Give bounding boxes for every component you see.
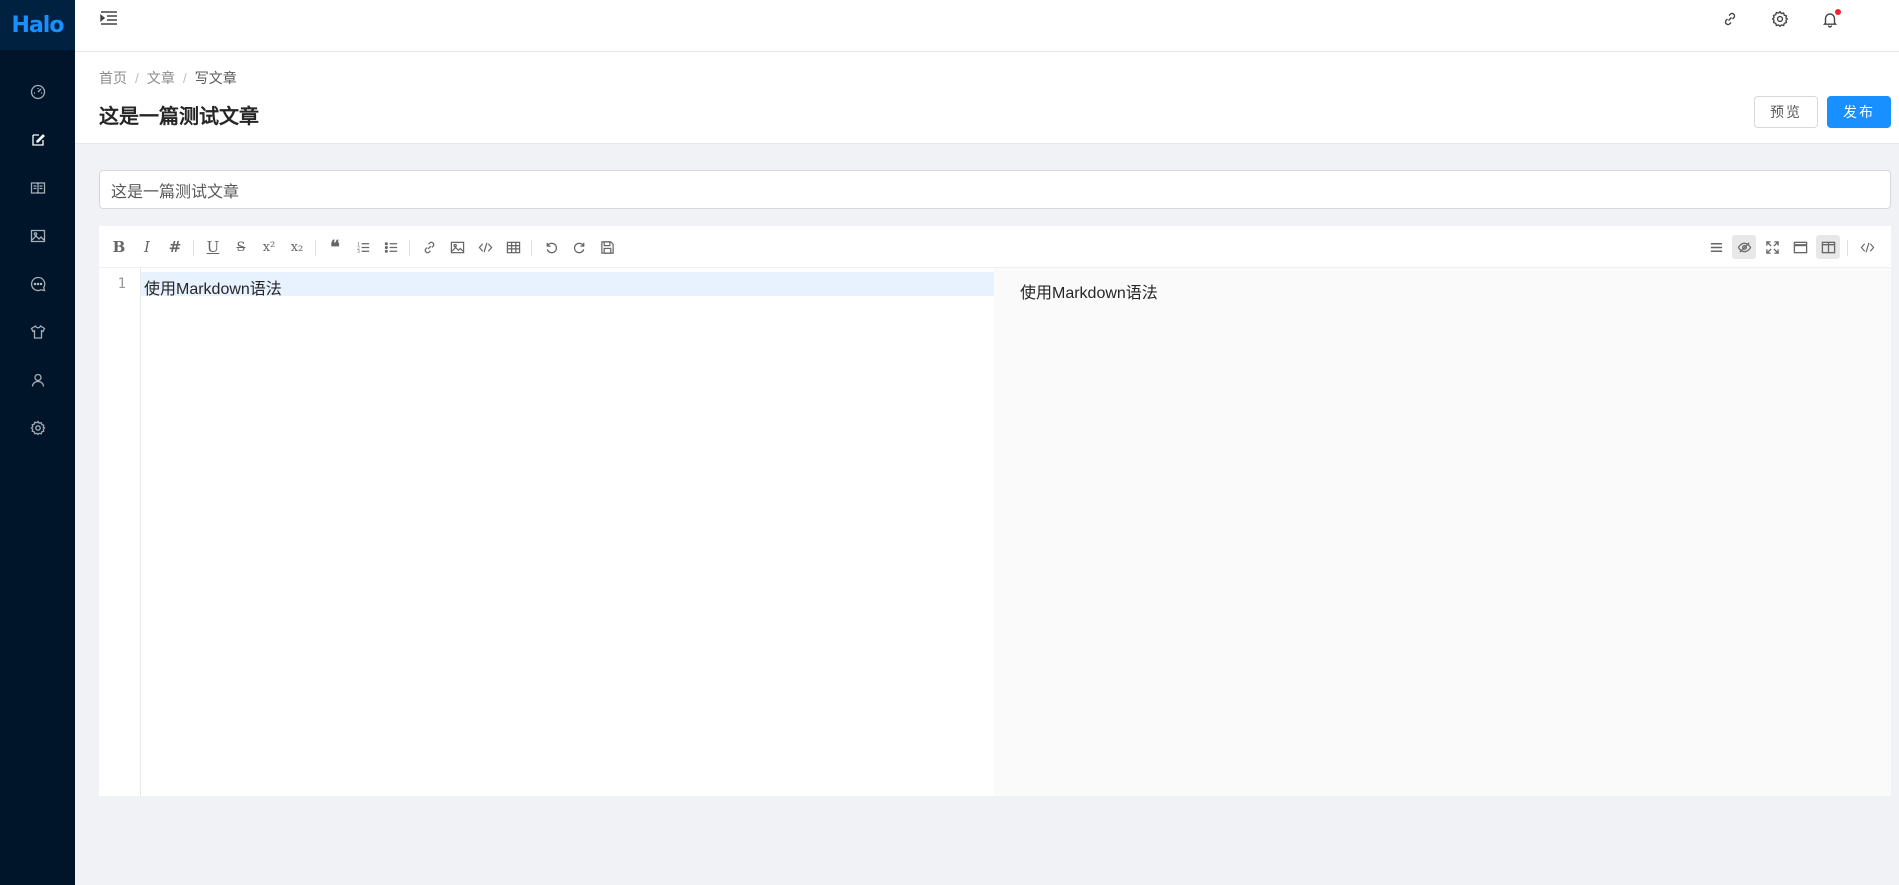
nav-settings-icon[interactable] (0, 404, 75, 452)
breadcrumb-current: 写文章 (194, 70, 237, 86)
breadcrumb-home[interactable]: 首页 (99, 68, 127, 88)
gear-icon[interactable] (1771, 10, 1789, 28)
toolbar-divider (193, 240, 194, 256)
superscript-button[interactable]: x² (257, 235, 281, 259)
subscript-button[interactable]: x₂ (285, 235, 309, 259)
navigation-button[interactable] (1704, 235, 1728, 259)
redo-icon (573, 242, 584, 253)
publish-button[interactable]: 发布 (1827, 96, 1891, 128)
underline-button[interactable]: U (201, 235, 225, 259)
quote-button[interactable]: ❝ (323, 235, 347, 259)
html-code-button[interactable] (1855, 235, 1879, 259)
split-view-button[interactable] (1816, 235, 1840, 259)
italic-button[interactable]: I (135, 235, 159, 259)
nav-pages-icon[interactable] (0, 164, 75, 212)
image-button[interactable] (445, 235, 469, 259)
nav-posts-icon[interactable] (0, 116, 75, 164)
nav-users-icon[interactable] (0, 356, 75, 404)
eye-slash-icon (1737, 241, 1751, 253)
window-icon (1793, 241, 1807, 253)
markdown-input[interactable]: 使用Markdown语法 (141, 268, 994, 796)
unordered-list-icon (384, 241, 397, 253)
preview-pane: 使用Markdown语法 (994, 268, 1891, 796)
page-title: 这是一篇测试文章 (99, 106, 259, 128)
ordered-list-icon: 123 (356, 241, 369, 255)
nav-attachments-icon[interactable] (0, 212, 75, 260)
notification-badge (1835, 9, 1841, 15)
undo-icon (546, 242, 557, 253)
sidebar: Halo (0, 0, 75, 885)
code-button[interactable] (473, 235, 497, 259)
code-icon (478, 242, 492, 252)
breadcrumb-separator: / (135, 70, 139, 86)
menu-fold-icon[interactable] (99, 8, 119, 28)
breadcrumb-separator: / (182, 70, 187, 86)
redo-button[interactable] (567, 235, 591, 259)
strikethrough-button[interactable]: S (229, 235, 253, 259)
toggle-preview-button[interactable] (1732, 235, 1756, 259)
toolbar-divider (531, 240, 532, 256)
line-number: 1 (117, 276, 126, 292)
toolbar-divider (315, 240, 316, 256)
bold-button[interactable]: B (107, 235, 131, 259)
svg-text:3: 3 (356, 249, 359, 255)
fullscreen-button[interactable] (1760, 235, 1784, 259)
page-header: 首页 / 文章 / 写文章 这是一篇测试文章 预览 发布 (75, 52, 1899, 144)
save-button[interactable] (595, 235, 619, 259)
unordered-list-button[interactable] (379, 235, 403, 259)
code-icon (1860, 242, 1874, 252)
table-icon (506, 241, 520, 253)
preview-button[interactable]: 预览 (1754, 96, 1818, 128)
image-icon (450, 241, 464, 253)
expand-icon (1765, 240, 1779, 254)
table-button[interactable] (501, 235, 525, 259)
nav-themes-icon[interactable] (0, 308, 75, 356)
line-gutter: 1 (99, 268, 141, 796)
save-icon (600, 240, 614, 254)
columns-icon (1821, 241, 1835, 253)
undo-button[interactable] (539, 235, 563, 259)
halo-logo[interactable]: Halo (0, 0, 75, 50)
toolbar-divider (1847, 240, 1848, 256)
nav-dashboard-icon[interactable] (0, 68, 75, 116)
link-icon (424, 241, 434, 253)
editor-toolbar: B I # U S x² x₂ ❝ 123 (99, 226, 1891, 268)
link-icon[interactable] (1721, 10, 1739, 28)
align-justify-icon (1710, 242, 1722, 252)
markdown-editor: B I # U S x² x₂ ❝ 123 1 使用Markdown语法 使用M… (99, 226, 1891, 796)
toolbar-divider (409, 240, 410, 256)
header-button[interactable]: # (163, 235, 187, 259)
breadcrumb-posts[interactable]: 文章 (147, 68, 175, 88)
nav-comments-icon[interactable] (0, 260, 75, 308)
side-nav (0, 68, 75, 452)
breadcrumb: 首页 / 文章 / 写文章 (99, 68, 237, 88)
read-mode-button[interactable] (1788, 235, 1812, 259)
post-title-input[interactable] (99, 170, 1891, 209)
ordered-list-button[interactable]: 123 (351, 235, 375, 259)
markdown-line: 使用Markdown语法 (144, 281, 282, 298)
link-button[interactable] (417, 235, 441, 259)
preview-paragraph: 使用Markdown语法 (1020, 285, 1158, 302)
top-header (75, 0, 1899, 52)
